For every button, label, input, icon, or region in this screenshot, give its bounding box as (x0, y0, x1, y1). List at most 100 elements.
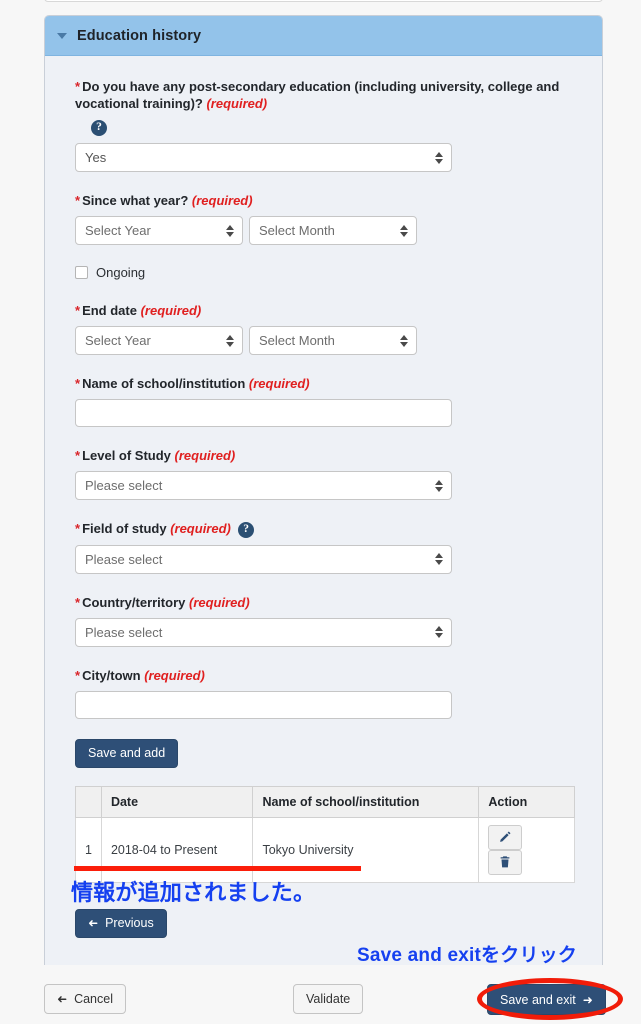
label-text: Do you have any post-secondary education… (75, 79, 560, 111)
checkbox-ongoing[interactable] (75, 266, 88, 279)
required-asterisk: * (75, 594, 81, 610)
label-text: City/town (82, 667, 141, 683)
select-since-month-value: Select Month (259, 223, 335, 238)
help-row: ? (91, 119, 572, 137)
input-city[interactable] (75, 690, 452, 719)
field-city: * City/town (required) (75, 667, 572, 719)
arrow-left-icon: ➜ (57, 992, 68, 1006)
required-tag: (required) (174, 448, 236, 463)
label-text: Level of Study (82, 448, 171, 463)
question-mark-icon[interactable]: ? (238, 521, 255, 538)
checkbox-ongoing-label: Ongoing (96, 265, 146, 280)
field-school-name: * Name of school/institution (required) (75, 375, 572, 427)
table-header-row: Date Name of school/institution Action (75, 785, 575, 818)
required-asterisk: * (75, 193, 81, 208)
save-and-add-button[interactable]: Save and add (75, 738, 179, 768)
required-tag: (required) (140, 303, 202, 318)
select-end-year[interactable]: Select Year (75, 326, 243, 355)
select-since-year-value: Select Year (85, 223, 151, 238)
select-post-secondary-value: Yes (85, 150, 107, 165)
question-mark-icon[interactable]: ? (91, 119, 107, 136)
previous-section-remnant (44, 0, 603, 2)
field-country: * Country/territory (required) Please sel… (75, 594, 572, 647)
label-text: Since what year? (82, 193, 189, 208)
field-end-date: * End date (required) Select Year Select … (75, 302, 572, 355)
column-date: Date (100, 785, 254, 818)
input-school-name[interactable] (75, 399, 452, 427)
chevron-updown-icon (226, 334, 234, 347)
row-index: 1 (75, 816, 102, 883)
column-action: Action (478, 785, 575, 818)
label-school-name: * Name of school/institution (required) (75, 375, 572, 392)
section-header[interactable]: Education history (45, 16, 602, 56)
select-country[interactable]: Please select (75, 617, 452, 647)
chevron-updown-icon (400, 334, 408, 347)
column-index (75, 785, 102, 818)
required-tag: (required) (206, 96, 268, 111)
label-level-of-study: * Level of Study (required) (75, 447, 572, 464)
row-actions (478, 816, 575, 883)
label-since-year: * Since what year? (required) (75, 192, 572, 209)
select-field-of-study-value: Please select (85, 551, 163, 567)
arrow-left-icon: ➜ (88, 916, 99, 931)
form-body: * Do you have any post-secondary educatio… (45, 56, 602, 938)
required-tag: (required) (188, 594, 250, 610)
end-date-controls: Select Year Select Month (75, 326, 572, 355)
select-end-year-value: Select Year (85, 333, 151, 348)
field-post-secondary: * Do you have any post-secondary educatio… (75, 78, 572, 172)
pencil-icon[interactable] (488, 824, 523, 850)
since-year-controls: Select Year Select Month (75, 216, 572, 245)
select-level-of-study-value: Please select (85, 478, 163, 493)
row-date: 2018-04 to Present (100, 816, 254, 883)
required-tag: (required) (248, 376, 310, 391)
label-text: End date (82, 303, 137, 318)
select-end-month-value: Select Month (259, 333, 335, 348)
save-and-exit-button[interactable]: Save and exit ➜ (487, 984, 606, 1015)
field-since-year: * Since what year? (required) Select Year… (75, 192, 572, 245)
navigation-row: ➜ Previous (75, 908, 572, 938)
label-end-date: * End date (required) (75, 302, 572, 319)
previous-button[interactable]: ➜ Previous (75, 908, 167, 938)
cancel-button-label: Cancel (74, 992, 113, 1006)
chevron-updown-icon (226, 224, 234, 237)
row-school: Tokyo University (252, 816, 480, 883)
required-asterisk: * (75, 667, 81, 683)
page-title: Education history (77, 27, 202, 44)
previous-button-label: Previous (105, 916, 154, 931)
select-level-of-study[interactable]: Please select (75, 471, 452, 500)
label-country: * Country/territory (required) (75, 594, 572, 611)
annotation-underline (74, 866, 361, 871)
caret-down-icon[interactable] (57, 32, 67, 39)
label-field-of-study: * Field of study (required) ? (75, 520, 572, 538)
select-end-month[interactable]: Select Month (249, 326, 417, 355)
label-text: Field of study (82, 521, 167, 536)
select-field-of-study[interactable]: Please select (75, 544, 452, 574)
education-history-page: Education history * Do you have any post-… (0, 0, 641, 1024)
table-row: 1 2018-04 to Present Tokyo University (75, 816, 575, 883)
trash-icon[interactable] (488, 849, 523, 875)
chevron-updown-icon (435, 151, 443, 164)
chevron-updown-icon (435, 626, 443, 639)
label-text: Name of school/institution (82, 376, 246, 391)
validate-button[interactable]: Validate (293, 984, 364, 1014)
chevron-updown-icon (400, 224, 408, 237)
required-asterisk: * (75, 521, 81, 536)
label-post-secondary: * Do you have any post-secondary educatio… (75, 78, 572, 112)
save-and-exit-label: Save and exit (500, 992, 576, 1007)
required-asterisk: * (75, 376, 81, 391)
required-tag: (required) (170, 521, 231, 536)
cancel-button[interactable]: ➜ Cancel (44, 984, 126, 1014)
chevron-updown-icon (435, 553, 443, 566)
field-field-of-study: * Field of study (required) ? Please sele… (75, 520, 572, 574)
select-post-secondary[interactable]: Yes (75, 143, 452, 172)
required-tag: (required) (144, 667, 205, 683)
select-country-value: Please select (85, 624, 163, 640)
select-since-month[interactable]: Select Month (249, 216, 417, 245)
checkbox-ongoing-row[interactable]: Ongoing (75, 265, 572, 280)
label-city: * City/town (required) (75, 667, 572, 684)
required-asterisk: * (75, 303, 81, 318)
required-asterisk: * (75, 448, 81, 463)
arrow-right-icon: ➜ (582, 992, 593, 1007)
select-since-year[interactable]: Select Year (75, 216, 243, 245)
required-asterisk: * (75, 79, 81, 94)
